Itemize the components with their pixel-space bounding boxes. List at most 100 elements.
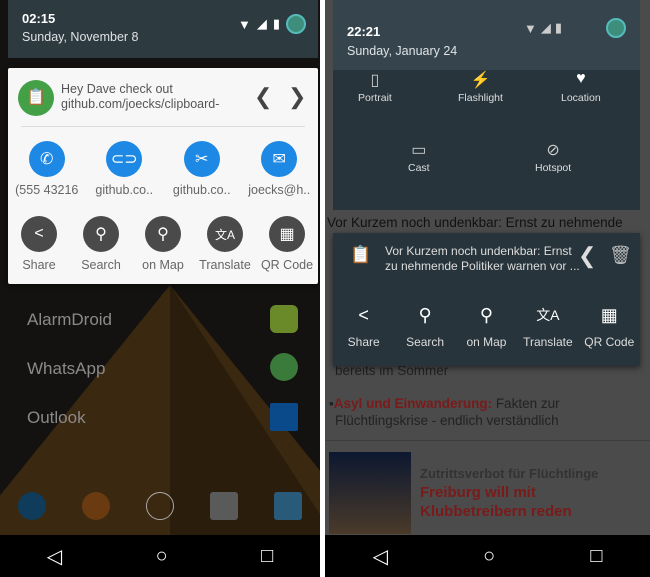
qs-cast[interactable]: ▭ Cast [408,140,430,174]
signal-icon: ◢ [540,20,551,35]
whatsapp-icon[interactable] [270,353,298,381]
prev-clip-button[interactable]: ❮ [578,243,596,269]
search-icon: ⚲ [83,216,119,252]
status-header: 02:15 Sunday, November 8 ▼ ◢ ▮ [8,0,318,58]
quick-settings: ▯ Portrait ⚡ Flashlight ♥ Location ▭ Cast ⊘ H… [333,70,640,210]
date: Sunday, January 24 [347,44,458,58]
smart-action-phone[interactable]: ✆ (555 43216 [15,141,79,197]
back-button[interactable]: ◁ [373,544,388,569]
clip-line-1: Hey Dave check out [61,82,173,96]
qr-code-icon: ▦ [600,305,618,325]
clipboard-notification: 📋 Vor Kurzem noch undenkbar: Ernst zu neh… [333,233,640,366]
smart-action-link[interactable]: ⊂⊃ github.co.. [93,141,155,197]
left-phone-screen: 02:15 Sunday, November 8 ▼ ◢ ▮ 📋 Hey Dave … [0,0,320,577]
clip-text[interactable]: Vor Kurzem noch undenkbar: Ernst zu nehme… [385,244,580,274]
action-map[interactable]: ⚲ on Map [132,216,194,272]
action-search[interactable]: ⚲ Search [70,216,132,272]
outlook-icon[interactable] [270,403,298,431]
app-whatsapp[interactable]: WhatsApp [27,359,105,379]
qr-code-icon: ▦ [269,216,305,252]
alarmdroid-icon[interactable] [270,305,298,333]
action-label: joecks@h.. [248,183,311,197]
cast-icon: ▭ [411,142,427,159]
link-bold: Asyl und Einwanderung: [333,396,493,411]
action-label: Share [347,335,380,349]
camera-icon[interactable] [210,492,238,520]
article-link[interactable]: ▪Asyl und Einwanderung: Fakten zur [329,396,560,411]
action-qr-code[interactable]: ▦ QR Code [579,305,639,349]
inbox-icon[interactable] [274,492,302,520]
teaser-image[interactable] [329,452,411,534]
clipboard-icon: 📋 [350,245,372,264]
action-share[interactable]: < Share [8,216,70,272]
teaser-title-1[interactable]: Freiburg will mit [420,484,536,501]
teaser-kicker[interactable]: Zutrittsverbot für Flüchtlinge [420,466,598,481]
link-icon: ⊂⊃ [106,141,143,177]
qs-label: Hotspot [535,162,572,174]
qs-hotspot[interactable]: ⊘ Hotspot [535,140,571,174]
prev-clip-button[interactable]: ❮ [254,84,272,110]
map-pin-icon: ⚲ [145,216,181,252]
qs-label: Location [561,92,601,104]
next-clip-button[interactable]: ❯ [288,84,306,110]
article-link-line-2[interactable]: Flüchtlingskrise - endlich verständlich [335,413,559,428]
home-button[interactable]: ○ [156,545,168,568]
action-label: Share [22,258,56,272]
wifi-icon: ▼ [237,16,251,32]
action-translate[interactable]: 文A Translate [194,216,256,272]
recents-button[interactable]: □ [261,545,273,568]
qs-label: Portrait [358,92,392,104]
trash-icon[interactable]: 🗑 [609,245,632,266]
action-label: github.co.. [95,183,154,197]
action-label: Translate [199,258,251,272]
action-translate[interactable]: 文A Translate [518,305,578,349]
date: Sunday, November 8 [22,30,139,44]
action-qr-code[interactable]: ▦ QR Code [256,216,318,272]
qs-portrait[interactable]: ▯ Portrait [358,70,392,104]
right-phone-screen: Vor Kurzem noch undenkbar: Ernst zu nehm… [325,0,650,577]
clip-line-2: zu nehmende Politiker warnen vor ... [385,259,580,273]
app-drawer-icon[interactable] [146,492,174,520]
navigation-bar: ◁ ○ □ [325,535,650,577]
link-rest: Fakten zur [492,396,560,411]
status-header: 22:21 Sunday, January 24 ▼ ◢ ▮ [333,0,640,70]
smart-action-cut-link[interactable]: ✂ github.co.. [171,141,233,197]
map-pin-icon: ⚲ [479,305,494,325]
action-label: Search [406,335,445,349]
app-alarmdroid[interactable]: AlarmDroid [27,310,112,330]
action-search[interactable]: ⚲ Search [395,305,455,349]
avatar[interactable] [286,14,306,34]
action-map[interactable]: ⚲ on Map [456,305,516,349]
qs-flashlight[interactable]: ⚡ Flashlight [458,70,503,104]
article-headline[interactable]: Vor Kurzem noch undenkbar: Ernst zu nehm… [327,215,623,230]
cut-link-icon: ✂ [183,141,220,177]
divider [21,126,305,127]
qs-label: Flashlight [458,92,503,104]
battery-icon: ▮ [272,16,280,31]
back-button[interactable]: ◁ [47,544,62,569]
app-outlook[interactable]: Outlook [27,408,86,428]
action-label: github.co.. [172,183,231,197]
clipboard-icon: 📋 [18,80,54,116]
rotation-icon: ▯ [370,72,380,89]
clip-line-2: github.com/joecks/clipboard- [61,97,220,111]
home-button[interactable]: ○ [483,545,495,568]
action-share[interactable]: < Share [334,305,394,349]
avatar[interactable] [606,18,626,38]
smart-action-email[interactable]: ✉ joecks@h.. [248,141,310,197]
firefox-icon[interactable] [82,492,110,520]
phone-app-icon[interactable] [18,492,46,520]
action-label: Translate [523,335,573,349]
clock: 22:21 [347,24,381,39]
clip-text[interactable]: Hey Dave check out github.com/joecks/clip… [61,82,241,112]
teaser-title-2[interactable]: Klubbetreibern reden [420,503,572,520]
email-icon: ✉ [261,141,298,177]
translate-icon: 文A [536,307,560,323]
action-label: QR Code [584,335,635,349]
action-label: Search [81,258,121,272]
qs-location[interactable]: ♥ Location [561,70,601,104]
recents-button[interactable]: □ [590,545,602,568]
qs-label: Cast [408,162,430,174]
translate-icon: 文A [207,216,243,252]
action-label: (555 43216 [15,183,79,197]
